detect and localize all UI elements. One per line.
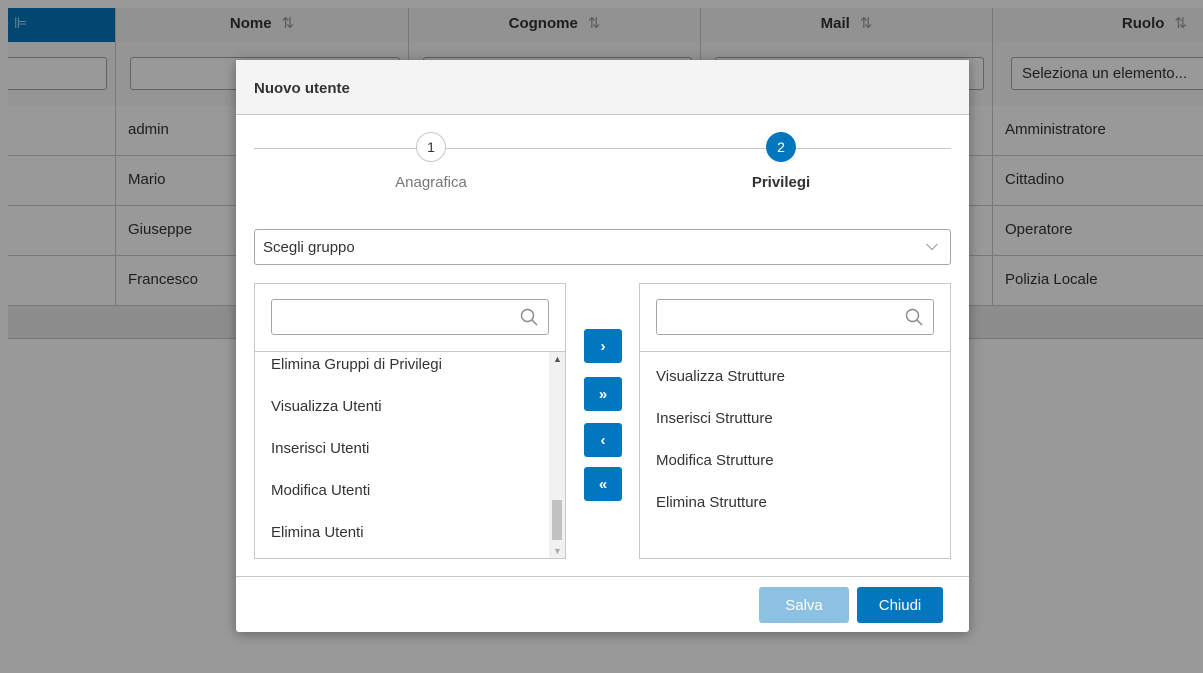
move-all-right-button[interactable]: »: [584, 377, 622, 411]
scroll-down-icon[interactable]: ▼: [553, 546, 562, 556]
target-search-input[interactable]: [656, 299, 934, 335]
step-number: 1: [416, 132, 446, 162]
list-item[interactable]: Elimina Strutture: [640, 482, 950, 524]
new-user-dialog: Nuovo utente 1 Anagrafica 2 Privilegi Sc…: [236, 60, 969, 632]
search-icon: [520, 308, 538, 326]
save-button[interactable]: Salva: [759, 587, 849, 623]
group-select[interactable]: Scegli gruppo ⌵: [254, 229, 951, 265]
step-anagrafica[interactable]: 1 Anagrafica: [351, 132, 511, 191]
source-privileges-list: Elimina Gruppi di Privilegi Visualizza U…: [254, 283, 566, 559]
move-left-button[interactable]: ‹: [584, 423, 622, 457]
dialog-title: Nuovo utente: [236, 60, 969, 115]
step-privilegi[interactable]: 2 Privilegi: [701, 132, 861, 191]
wizard-steps: 1 Anagrafica 2 Privilegi: [254, 132, 951, 202]
step-label: Anagrafica: [395, 174, 467, 191]
scrollbar-thumb[interactable]: [552, 500, 562, 540]
close-button[interactable]: Chiudi: [857, 587, 943, 623]
list-item[interactable]: Modifica Utenti: [255, 470, 565, 512]
source-search-input[interactable]: [271, 299, 549, 335]
step-label: Privilegi: [751, 174, 811, 191]
search-icon: [905, 308, 923, 326]
dialog-footer: Salva Chiudi: [236, 576, 969, 632]
list-item[interactable]: Modifica Strutture: [640, 440, 950, 482]
list-item[interactable]: Elimina Gruppi di Privilegi: [255, 344, 565, 386]
move-all-left-button[interactable]: «: [584, 467, 622, 501]
list-item[interactable]: Inserisci Utenti: [255, 428, 565, 470]
group-select-value: Scegli gruppo: [263, 239, 355, 256]
step-number: 2: [766, 132, 796, 162]
list-item[interactable]: Elimina Utenti: [255, 512, 565, 554]
scroll-up-icon[interactable]: ▲: [553, 354, 562, 364]
target-privileges-list: Visualizza Strutture Inserisci Strutture…: [639, 283, 951, 559]
list-item[interactable]: Inserisci Strutture: [640, 398, 950, 440]
list-scrollbar[interactable]: ▲ ▼: [549, 352, 565, 558]
chevron-down-icon: ⌵: [925, 237, 938, 254]
list-item[interactable]: Visualizza Strutture: [640, 356, 950, 398]
move-right-button[interactable]: ›: [584, 329, 622, 363]
list-item[interactable]: Visualizza Utenti: [255, 386, 565, 428]
